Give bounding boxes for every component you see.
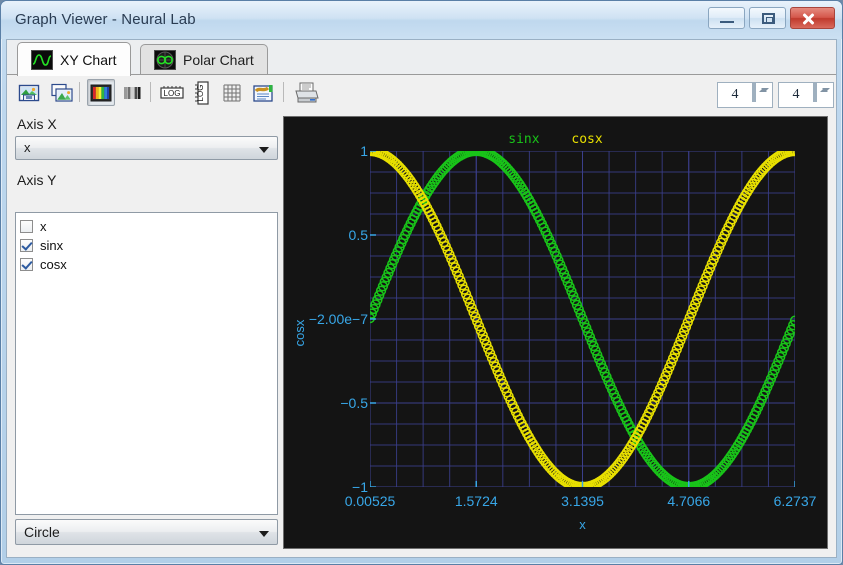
axis-y-label: Axis Y [17, 172, 57, 188]
tab-xy-chart[interactable]: XY Chart [17, 42, 131, 76]
minimize-button[interactable] [708, 7, 745, 29]
x-axis-ticks: 0.00525 1.5724 3.1395 4.7066 6.2737 [345, 493, 817, 511]
axis-x-value: x [24, 140, 31, 155]
window-controls [708, 7, 835, 31]
log-x-button[interactable]: LOG [158, 79, 186, 106]
polar-loop-icon [154, 50, 176, 70]
toolbar-separator [79, 82, 80, 102]
tab-strip: XY Chart Polar Chart [7, 40, 836, 76]
x-tick-label: 4.7066 [667, 493, 711, 509]
plot-svg [370, 151, 795, 487]
spinner-left-down[interactable] [754, 83, 769, 102]
maximize-button[interactable] [749, 7, 786, 29]
series-label: sinx [40, 237, 64, 253]
y-tick-label: 0.5 [348, 227, 368, 243]
tab-label: XY Chart [60, 51, 117, 68]
legend-item-cosx: cosx [571, 132, 603, 147]
svg-text:LOG: LOG [164, 89, 181, 98]
copy-image-icon [51, 83, 73, 102]
marker-style-value: Circle [24, 524, 60, 540]
spinner-left-value: 4 [731, 87, 739, 102]
chevron-down-icon [259, 531, 269, 537]
close-button[interactable] [790, 7, 835, 29]
plot-area[interactable] [370, 151, 795, 487]
window-title: Graph Viewer - Neural Lab [15, 11, 196, 28]
marker-style-select[interactable]: Circle [15, 519, 278, 545]
print-button[interactable] [291, 79, 323, 106]
spinner-left[interactable]: 4 [717, 82, 773, 108]
restore-icon [762, 13, 775, 24]
x-tick-label: 0.00525 [344, 493, 396, 509]
axis-x-label: Axis X [17, 116, 57, 132]
y-tick-label: −0.5 [340, 395, 368, 411]
color-palette-icon [90, 84, 112, 101]
sidebar: Axis X x Axis Y x sinx cosx Circle [15, 116, 278, 549]
x-tick-label: 6.2737 [773, 493, 817, 509]
annotate-button[interactable] [250, 79, 278, 106]
minimize-icon [720, 21, 734, 23]
grayscale-button[interactable] [118, 79, 146, 106]
list-item[interactable]: sinx [20, 236, 277, 254]
y-tick-label: −2.00e−7 [308, 311, 368, 327]
copy-image-button[interactable] [48, 79, 76, 106]
x-axis-title: x [579, 517, 586, 532]
log-x-icon: LOG [160, 85, 184, 99]
print-icon [295, 82, 319, 102]
sine-wave-icon [31, 49, 53, 70]
save-image-button[interactable] [15, 79, 43, 106]
axis-y-series-list[interactable]: x sinx cosx [15, 212, 278, 515]
chevron-down-icon [822, 88, 830, 92]
chevron-down-icon [761, 88, 769, 92]
tab-label: Polar Chart [183, 52, 254, 68]
list-item[interactable]: x [20, 217, 277, 235]
chevron-down-icon [259, 147, 269, 153]
toolbar-separator [150, 82, 151, 102]
list-item[interactable]: cosx [20, 255, 277, 273]
spinner-right-value: 4 [792, 87, 800, 102]
series-checkbox[interactable] [20, 238, 33, 252]
app-window: Graph Viewer - Neural Lab XY Chart Polar… [0, 0, 843, 565]
toolbar-separator [283, 82, 284, 102]
spinner-right-down[interactable] [815, 83, 830, 102]
tab-polar-chart[interactable]: Polar Chart [140, 44, 268, 75]
log-y-button[interactable]: LOG [189, 79, 217, 106]
log-y-icon: LOG [195, 80, 209, 105]
series-checkbox[interactable] [20, 219, 33, 233]
axis-x-select[interactable]: x [15, 136, 278, 160]
grid-icon [223, 83, 241, 102]
series-label: cosx [40, 256, 67, 272]
legend-item-sinx: sinx [508, 132, 540, 147]
y-tick-label: 1 [360, 143, 368, 159]
series-checkbox[interactable] [20, 257, 33, 271]
spinner-right[interactable]: 4 [778, 82, 834, 108]
title-bar: Graph Viewer - Neural Lab [1, 1, 842, 39]
annotate-icon [253, 84, 273, 102]
grayscale-icon [124, 86, 141, 99]
save-image-icon [18, 84, 40, 101]
series-label: x [40, 218, 47, 234]
client-area: XY Chart Polar Chart LOG LOG 4 4 Axis X … [6, 39, 837, 558]
y-axis-ticks: 1 0.5 −2.00e−7 −0.5 −1 [284, 143, 368, 495]
toolbar: LOG LOG 4 4 [7, 76, 836, 110]
x-tick-label: 1.5724 [454, 493, 498, 509]
x-tick-label: 3.1395 [561, 493, 604, 509]
grid-button[interactable] [219, 79, 247, 106]
color-palette-button[interactable] [87, 79, 115, 106]
chart-panel[interactable]: sinx cosx cosx 1 0.5 −2.00e−7 −0.5 −1 0.0052… [283, 116, 828, 549]
